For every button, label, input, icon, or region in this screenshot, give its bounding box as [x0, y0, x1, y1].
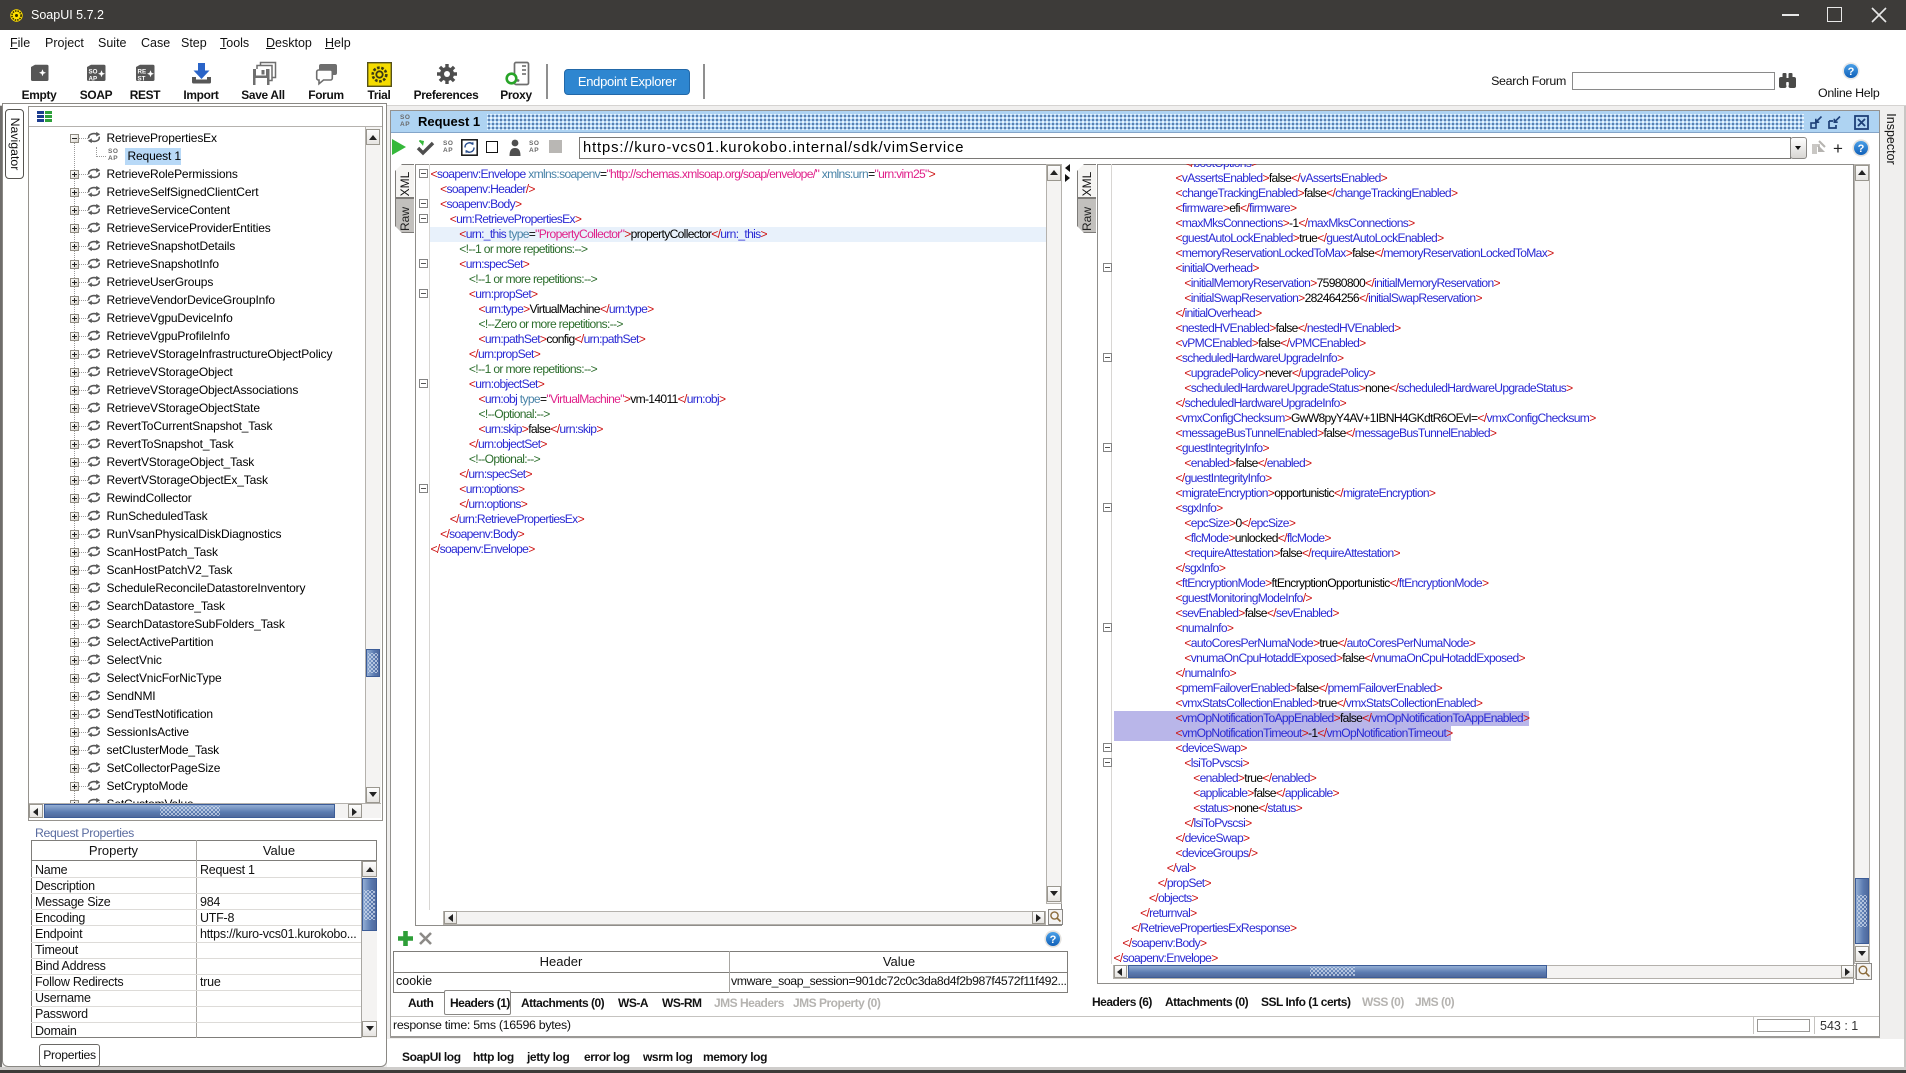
svg-text:?: ?	[1050, 934, 1057, 946]
svg-text:RE: RE	[138, 69, 147, 76]
svg-text:?: ?	[1848, 66, 1855, 78]
svg-text:SO: SO	[89, 69, 98, 76]
svg-text:?: ?	[1858, 143, 1865, 155]
svg-text:AP: AP	[89, 76, 98, 83]
svg-text:ST: ST	[138, 76, 146, 83]
